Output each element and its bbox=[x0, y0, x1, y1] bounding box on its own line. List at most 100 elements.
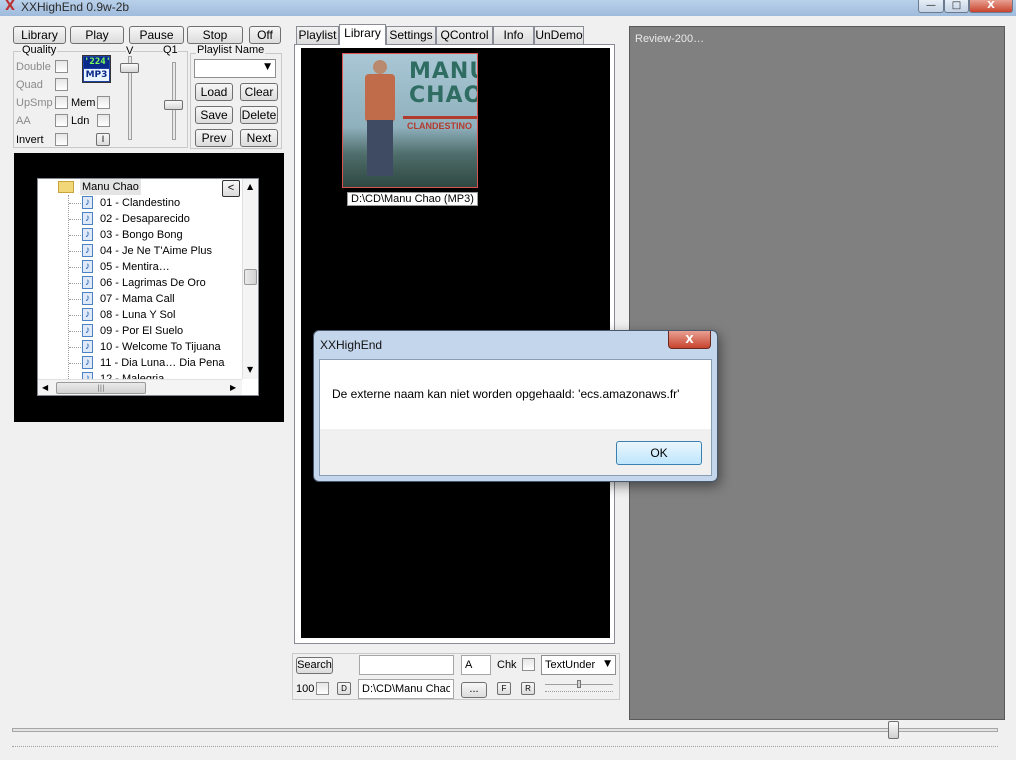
tab-playlist[interactable]: Playlist bbox=[296, 26, 339, 44]
tree-track-item[interactable]: ♪ 06 - Lagrimas De Oro bbox=[38, 275, 244, 291]
search-input[interactable] bbox=[359, 655, 454, 675]
text-mode-select[interactable]: TextUnder ▼ bbox=[541, 655, 616, 675]
tree-track-item[interactable]: ♪ 01 - Clandestino bbox=[38, 195, 244, 211]
tree-track-label: 09 - Por El Suelo bbox=[100, 325, 184, 337]
invert-checkbox[interactable] bbox=[55, 133, 68, 146]
cover-figure-head bbox=[373, 60, 387, 74]
ldn-checkbox[interactable] bbox=[97, 114, 110, 127]
i-button[interactable]: I bbox=[96, 133, 110, 146]
music-note-icon: ♪ bbox=[82, 356, 93, 369]
tree-track-item[interactable]: ♪ 04 - Je Ne T'Aime Plus bbox=[38, 243, 244, 259]
next-button[interactable]: Next bbox=[240, 129, 278, 147]
music-note-icon: ♪ bbox=[82, 324, 93, 337]
tree-track-item[interactable]: ♪ 11 - Dia Luna… Dia Pena bbox=[38, 355, 244, 371]
tree-track-label: 02 - Desaparecido bbox=[100, 213, 190, 225]
tab-settings[interactable]: Settings bbox=[386, 26, 436, 44]
prev-button[interactable]: Prev bbox=[195, 129, 233, 147]
tree-vertical-scrollbar[interactable]: ▲ ▼ bbox=[242, 179, 258, 379]
double-checkbox[interactable] bbox=[55, 60, 68, 73]
dialog-close-button[interactable]: X bbox=[668, 331, 711, 349]
chk-checkbox[interactable] bbox=[522, 658, 535, 671]
music-note-icon: ♪ bbox=[82, 244, 93, 257]
tree-connector bbox=[69, 267, 81, 268]
aa-checkbox[interactable] bbox=[55, 114, 68, 127]
upsmp-checkbox[interactable] bbox=[55, 96, 68, 109]
r-button[interactable]: R bbox=[521, 682, 535, 695]
tree-track-item[interactable]: ♪ 08 - Luna Y Sol bbox=[38, 307, 244, 323]
mini-slider-thumb[interactable] bbox=[577, 680, 581, 688]
scroll-right-icon[interactable]: ▶ bbox=[230, 383, 236, 392]
d-button[interactable]: D bbox=[337, 682, 351, 695]
search-button[interactable]: Search bbox=[296, 657, 333, 674]
tab-info[interactable]: Info bbox=[493, 26, 534, 44]
cover-figure-pants bbox=[367, 120, 393, 176]
quad-checkbox[interactable] bbox=[55, 78, 68, 91]
tree-track-label: 01 - Clandestino bbox=[100, 197, 181, 209]
mem-checkbox[interactable] bbox=[97, 96, 110, 109]
count-checkbox[interactable] bbox=[316, 682, 329, 695]
browse-button[interactable]: ... bbox=[461, 682, 487, 698]
tree-track-item[interactable]: ♪ 07 - Mama Call bbox=[38, 291, 244, 307]
cover-artist-line-2: CHAO bbox=[409, 83, 478, 108]
scroll-down-icon[interactable]: ▼ bbox=[247, 365, 253, 374]
invert-label: Invert bbox=[16, 134, 44, 146]
delete-button[interactable]: Delete bbox=[240, 106, 278, 124]
album-cover[interactable]: MANU CHAO CLANDESTINO bbox=[342, 53, 478, 188]
tree-track-item[interactable]: ♪ 10 - Welcome To Tijuana bbox=[38, 339, 244, 355]
cover-stripe bbox=[403, 116, 477, 119]
quad-label: Quad bbox=[16, 79, 43, 91]
save-button[interactable]: Save bbox=[195, 106, 233, 124]
scroll-left-icon[interactable]: ◀ bbox=[42, 383, 48, 392]
tree-track-item[interactable]: ♪ 05 - Mentira… bbox=[38, 259, 244, 275]
load-button[interactable]: Load bbox=[195, 83, 233, 101]
position-slider-thumb[interactable] bbox=[888, 721, 899, 739]
tree-track-item[interactable]: ♪ 03 - Bongo Bong bbox=[38, 227, 244, 243]
tree-connector bbox=[69, 331, 81, 332]
f-button[interactable]: F bbox=[497, 682, 511, 695]
mp3-badge: MP3 bbox=[84, 69, 109, 81]
dialog-message: De externe naam kan niet worden opgehaal… bbox=[332, 387, 680, 401]
pause-button[interactable]: Pause bbox=[129, 26, 184, 44]
tree-horizontal-scrollbar[interactable]: ◀ ||| ▶ bbox=[38, 379, 242, 395]
minimize-button[interactable]: — bbox=[918, 0, 944, 13]
ok-button[interactable]: OK bbox=[616, 441, 702, 465]
path-input[interactable] bbox=[358, 679, 454, 699]
tab-library[interactable]: Library bbox=[339, 24, 386, 45]
tree-root[interactable]: Manu Chao bbox=[38, 179, 244, 195]
play-button[interactable]: Play bbox=[70, 26, 124, 44]
playlist-name-dropdown[interactable]: ▼ bbox=[194, 59, 276, 78]
q1-slider-thumb[interactable] bbox=[164, 100, 183, 110]
letter-input[interactable] bbox=[461, 655, 491, 675]
stop-button[interactable]: Stop bbox=[187, 26, 243, 44]
tab-qcontrol[interactable]: QControl bbox=[436, 26, 493, 44]
tab-undemo[interactable]: UnDemo bbox=[534, 26, 584, 44]
tree-connector bbox=[69, 219, 81, 220]
track-tree[interactable]: Manu Chao ♪ 01 - Clandestino ♪ 02 - Desapar… bbox=[37, 178, 259, 396]
v-slider-thumb[interactable] bbox=[120, 63, 139, 73]
tree-track-label: 10 - Welcome To Tijuana bbox=[100, 341, 221, 353]
cover-artist-line-1: MANU bbox=[409, 59, 477, 84]
scroll-up-icon[interactable]: ▲ bbox=[247, 182, 253, 191]
app-icon[interactable]: X bbox=[2, 0, 18, 14]
ldn-label: Ldn bbox=[71, 115, 90, 127]
library-button[interactable]: Library bbox=[13, 26, 66, 44]
off-button[interactable]: Off bbox=[249, 26, 281, 44]
collapse-button[interactable]: < bbox=[222, 180, 240, 197]
close-button[interactable]: X bbox=[969, 0, 1013, 13]
tree-vscroll-thumb[interactable] bbox=[244, 269, 257, 285]
position-slider-track[interactable] bbox=[12, 728, 998, 732]
clear-button[interactable]: Clear bbox=[240, 83, 278, 101]
album-path-label: D:\CD\Manu Chao (MP3) bbox=[347, 192, 478, 206]
tree-connector bbox=[69, 203, 81, 204]
dialog-message-area: De externe naam kan niet worden opgehaal… bbox=[320, 360, 711, 429]
q1-label: Q1 bbox=[163, 44, 178, 56]
tree-connector bbox=[69, 347, 81, 348]
tree-hscroll-thumb[interactable]: ||| bbox=[56, 382, 146, 394]
maximize-button[interactable]: □ bbox=[944, 0, 969, 13]
tree-track-item[interactable]: ♪ 02 - Desaparecido bbox=[38, 211, 244, 227]
cover-figure-shirt bbox=[365, 74, 395, 122]
tree-track-item[interactable]: ♪ 09 - Por El Suelo bbox=[38, 323, 244, 339]
music-note-icon: ♪ bbox=[82, 260, 93, 273]
window-title: XXHighEnd 0.9w-2b bbox=[21, 0, 130, 14]
mini-slider-ticks bbox=[545, 691, 613, 695]
